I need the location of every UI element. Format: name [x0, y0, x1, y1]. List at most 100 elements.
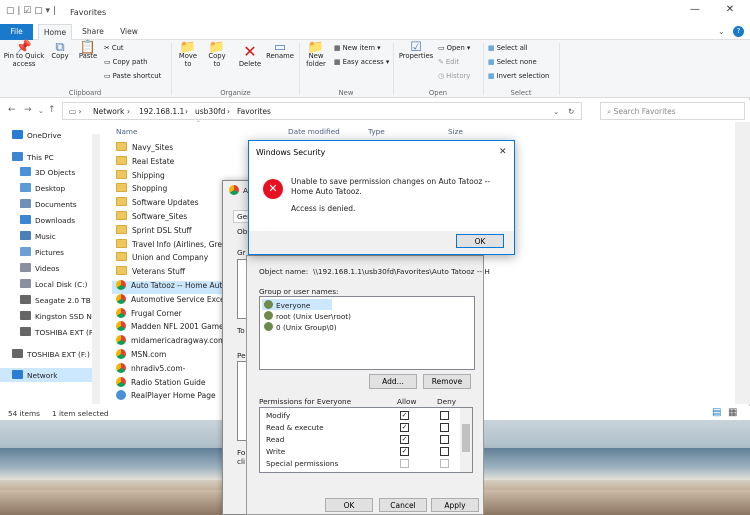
tab-file[interactable]: File	[0, 24, 33, 40]
scroll-thumb[interactable]	[462, 424, 470, 452]
nav-item[interactable]: Network	[12, 370, 57, 380]
user-list[interactable]: Everyone root (Unix User\root) 0 (Unix G…	[259, 296, 475, 370]
up-arrow-icon[interactable]: ↑	[48, 105, 56, 115]
allow-checkbox[interactable]: ✓	[400, 423, 409, 432]
column-date[interactable]: Date modified	[288, 127, 340, 136]
nav-item[interactable]: OneDrive	[12, 130, 61, 140]
paste-button[interactable]: 📋 Paste	[76, 41, 100, 60]
list-item[interactable]: Software Updates	[116, 197, 199, 207]
permissions-scrollbar[interactable]	[460, 408, 472, 472]
copy-path-button[interactable]: ▭ Copy path	[104, 58, 147, 67]
remove-button[interactable]: Remove	[423, 374, 471, 389]
nav-item[interactable]: Documents	[20, 199, 77, 209]
edit-button[interactable]: ✎ Edit	[438, 58, 459, 67]
select-all-button[interactable]: ▦ Select all	[488, 44, 528, 53]
rename-button[interactable]: ▭ Rename	[265, 41, 295, 60]
breadcrumb-share[interactable]: usb30fd	[195, 107, 225, 116]
list-item[interactable]: Union and Company	[116, 252, 208, 262]
list-item[interactable]: Veterans Stuff	[116, 266, 185, 276]
open-button[interactable]: ▭ Open ▾	[438, 44, 470, 53]
details-view-icon[interactable]: ▤	[712, 407, 721, 418]
tab-home[interactable]: Home	[38, 24, 72, 40]
nav-item[interactable]: 3D Objects	[20, 167, 75, 177]
allow-checkbox[interactable]	[400, 459, 409, 468]
address-input[interactable]: ▭ › Network › 192.168.1.1 › usb30fd › Fa…	[62, 102, 582, 120]
move-to-button[interactable]: 📁 Move to	[175, 41, 201, 68]
permissions-list[interactable]: Modify ✓ Read & execute ✓ Read ✓ Write ✓ Special…	[259, 407, 473, 473]
nav-item[interactable]: Music	[20, 231, 56, 241]
pin-quick-access-button[interactable]: 📌 Pin to Quick access	[2, 41, 46, 68]
user-item[interactable]: 0 (Unix Group\0)	[264, 322, 337, 332]
column-name[interactable]: Name	[116, 127, 138, 136]
allow-checkbox[interactable]: ✓	[400, 411, 409, 420]
quick-access-toolbar[interactable]: ▢ | ☑ ▢ ▾ |	[6, 6, 56, 16]
deny-checkbox[interactable]	[440, 423, 449, 432]
invert-selection-button[interactable]: ▦ Invert selection	[488, 72, 549, 81]
select-none-button[interactable]: ▦ Select none	[488, 58, 537, 67]
list-item[interactable]: RealPlayer Home Page	[116, 390, 216, 401]
deny-checkbox[interactable]	[440, 435, 449, 444]
ok-button[interactable]: OK	[325, 498, 373, 512]
nav-item[interactable]: This PC	[12, 152, 54, 162]
easy-access-button[interactable]: ▦ Easy access ▾	[334, 58, 389, 67]
list-item[interactable]: Madden NFL 2001 Game C	[116, 321, 231, 332]
nav-item[interactable]: Desktop	[20, 183, 65, 193]
deny-checkbox[interactable]	[440, 459, 449, 468]
nav-scrollbar[interactable]	[92, 134, 100, 404]
new-folder-button[interactable]: 📁 New folder	[302, 41, 330, 68]
close-button[interactable]: ✕	[715, 4, 745, 20]
maximize-button[interactable]	[683, 4, 713, 20]
list-item[interactable]: Navy_Sites	[116, 142, 173, 152]
forward-arrow-icon[interactable]: →	[24, 105, 32, 115]
cancel-button[interactable]: Cancel	[379, 498, 427, 512]
list-item[interactable]: Travel Info (Airlines, Greyh	[116, 238, 231, 249]
refresh-icon[interactable]: ↻	[568, 107, 574, 116]
list-item[interactable]: MSN.com	[116, 349, 166, 359]
address-dropdown-icon[interactable]: ⌄	[553, 107, 559, 116]
ribbon-collapse-icon[interactable]: ⌄	[718, 27, 725, 36]
deny-checkbox[interactable]	[440, 411, 449, 420]
security-close-icon[interactable]: ✕	[499, 147, 507, 157]
properties-button[interactable]: ☑ Properties	[396, 41, 436, 60]
tab-share[interactable]: Share	[78, 24, 108, 40]
paste-shortcut-button[interactable]: ▭ Paste shortcut	[104, 72, 161, 81]
apply-button[interactable]: Apply	[431, 498, 479, 512]
back-arrow-icon[interactable]: ←	[8, 105, 16, 115]
allow-checkbox[interactable]: ✓	[400, 447, 409, 456]
column-size[interactable]: Size	[448, 127, 463, 136]
nav-item[interactable]: Local Disk (C:)	[20, 279, 87, 289]
column-type[interactable]: Type	[368, 127, 385, 136]
search-input[interactable]: ⌕ Search Favorites	[600, 102, 745, 120]
list-item[interactable]: Frugal Corner	[116, 307, 182, 318]
list-item[interactable]: Software_Sites	[116, 211, 187, 221]
recent-chevron-icon[interactable]: ⌄	[38, 107, 44, 115]
add-button[interactable]: Add...	[369, 374, 417, 389]
nav-item[interactable]: Downloads	[20, 215, 75, 225]
new-item-button[interactable]: ▦ New item ▾	[334, 44, 381, 53]
list-item[interactable]: Radio Station Guide	[116, 376, 206, 387]
copy-to-button[interactable]: 📁 Copy to	[204, 41, 230, 68]
list-item[interactable]: nhradiv5.com-	[116, 362, 185, 373]
breadcrumb-favorites[interactable]: Favorites	[237, 107, 271, 116]
list-item[interactable]: Shipping	[116, 169, 165, 180]
breadcrumb-network[interactable]: Network	[93, 107, 124, 116]
deny-checkbox[interactable]	[440, 447, 449, 456]
nav-item[interactable]: TOSHIBA EXT (F:	[20, 327, 95, 337]
history-button[interactable]: ◷ History	[438, 72, 470, 81]
list-item[interactable]: midamericadragway.com	[116, 335, 225, 346]
nav-item[interactable]: Kingston SSD Nc	[20, 311, 96, 321]
list-item[interactable]: Sprint DSL Stuff	[116, 224, 192, 235]
nav-item[interactable]: Seagate 2.0 TB (	[20, 295, 96, 305]
cut-button[interactable]: ✂ Cut	[104, 44, 124, 53]
list-item[interactable]: Real Estate	[116, 155, 174, 166]
tab-view[interactable]: View	[114, 24, 144, 40]
breadcrumb-host[interactable]: 192.168.1.1	[139, 107, 184, 116]
user-item[interactable]: Everyone	[264, 300, 310, 310]
vertical-scrollbar[interactable]	[735, 122, 750, 404]
nav-item[interactable]: TOSHIBA EXT (F:)	[12, 349, 90, 359]
security-ok-button[interactable]: OK	[456, 234, 504, 248]
delete-button[interactable]: ✕ Delete	[236, 44, 264, 69]
nav-item[interactable]: Videos	[20, 263, 59, 273]
list-item[interactable]: Shopping	[116, 183, 167, 193]
user-item[interactable]: root (Unix User\root)	[264, 311, 351, 321]
